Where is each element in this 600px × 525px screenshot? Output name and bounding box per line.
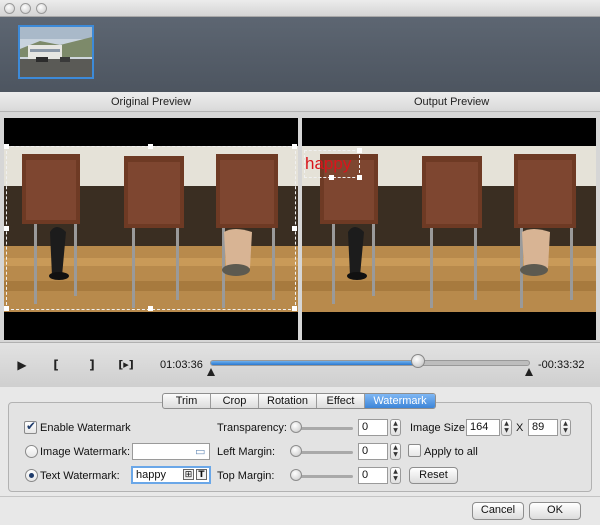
tab-trim[interactable]: Trim bbox=[163, 394, 211, 408]
image-size-separator: X bbox=[516, 422, 524, 434]
clip-thumbnail-strip bbox=[0, 17, 600, 92]
crop-handle-bottom[interactable] bbox=[148, 306, 153, 311]
minimize-window-button[interactable] bbox=[20, 3, 31, 14]
top-margin-label: Top Margin: bbox=[217, 470, 275, 482]
start-marker-icon[interactable] bbox=[207, 368, 215, 376]
image-watermark-radio[interactable] bbox=[25, 445, 38, 458]
image-watermark-label: Image Watermark: bbox=[40, 446, 131, 458]
font-grid-icon[interactable]: ⊞ bbox=[183, 469, 194, 480]
tab-rotation[interactable]: Rotation bbox=[259, 394, 317, 408]
play-icon[interactable]: ▶ bbox=[14, 357, 30, 373]
text-watermark-value: happy bbox=[136, 469, 166, 481]
image-size-label: Image Size: bbox=[410, 422, 469, 434]
crop-handle-top[interactable] bbox=[148, 144, 153, 149]
original-preview-label: Original Preview bbox=[111, 96, 192, 108]
text-watermark-radio[interactable] bbox=[25, 469, 38, 482]
top-margin-stepper[interactable]: ▲ ▼ bbox=[390, 467, 401, 484]
text-style-icon[interactable]: T bbox=[196, 469, 207, 480]
playback-controls: ▶ [ ] [▸] 01:03:36 -00:33:32 bbox=[0, 342, 600, 387]
timeline-progress bbox=[211, 361, 418, 365]
tab-effect[interactable]: Effect bbox=[317, 394, 365, 408]
close-window-button[interactable] bbox=[4, 3, 15, 14]
remaining-time: -00:33:32 bbox=[538, 359, 585, 371]
watermark-text-overlay: happy bbox=[305, 154, 352, 173]
original-preview-pane bbox=[4, 118, 298, 340]
apply-to-all-label: Apply to all bbox=[424, 446, 478, 458]
zoom-window-button[interactable] bbox=[36, 3, 47, 14]
left-margin-stepper[interactable]: ▲ ▼ bbox=[390, 443, 401, 460]
reset-button[interactable]: Reset bbox=[409, 467, 458, 484]
mark-out-icon[interactable]: ] bbox=[84, 357, 100, 373]
crop-handle-top-right[interactable] bbox=[292, 144, 297, 149]
transparency-slider-knob[interactable] bbox=[290, 421, 302, 433]
next-frame-icon[interactable]: [▸] bbox=[118, 357, 134, 373]
mark-in-icon[interactable]: [ bbox=[48, 357, 64, 373]
preview-header: Original Preview Output Preview bbox=[0, 92, 600, 112]
transparency-label: Transparency: bbox=[217, 422, 287, 434]
window-title-bar bbox=[0, 0, 600, 17]
image-height-stepper[interactable]: ▲ ▼ bbox=[560, 419, 571, 436]
ok-button[interactable]: OK bbox=[529, 502, 581, 520]
folder-icon[interactable]: ▭ bbox=[195, 445, 205, 458]
watermark-handle-bottom[interactable] bbox=[329, 175, 334, 180]
apply-to-all-checkbox[interactable] bbox=[408, 444, 421, 457]
left-margin-label: Left Margin: bbox=[217, 446, 276, 458]
end-marker-icon[interactable] bbox=[525, 368, 533, 376]
crop-handle-bottom-right[interactable] bbox=[292, 306, 297, 311]
transparency-stepper[interactable]: ▲ ▼ bbox=[390, 419, 401, 436]
tab-watermark[interactable]: Watermark bbox=[365, 394, 435, 408]
text-watermark-label: Text Watermark: bbox=[40, 470, 120, 482]
elapsed-time: 01:03:36 bbox=[160, 359, 203, 371]
crop-selection-box[interactable] bbox=[6, 146, 296, 310]
enable-watermark-checkbox[interactable] bbox=[24, 419, 37, 434]
crop-handle-bottom-left[interactable] bbox=[4, 306, 9, 311]
enable-watermark-label: Enable Watermark bbox=[40, 422, 131, 434]
crop-handle-left[interactable] bbox=[4, 226, 9, 231]
output-preview-pane: happy bbox=[302, 118, 596, 340]
clip-thumbnail[interactable] bbox=[18, 25, 94, 79]
image-width-field[interactable]: 164 bbox=[466, 419, 500, 436]
watermark-text-box[interactable]: happy bbox=[304, 150, 360, 178]
left-margin-slider-knob[interactable] bbox=[290, 445, 302, 457]
top-margin-slider-knob[interactable] bbox=[290, 469, 302, 481]
image-width-stepper[interactable]: ▲ ▼ bbox=[501, 419, 512, 436]
transparency-field[interactable]: 0 bbox=[358, 419, 388, 436]
timeline-playhead[interactable] bbox=[411, 354, 425, 368]
image-height-field[interactable]: 89 bbox=[528, 419, 558, 436]
crop-handle-top-left[interactable] bbox=[4, 144, 9, 149]
crop-handle-right[interactable] bbox=[292, 226, 297, 231]
watermark-handle-top-right[interactable] bbox=[357, 148, 362, 153]
clip-thumbnail-image bbox=[20, 27, 92, 77]
tab-crop[interactable]: Crop bbox=[211, 394, 259, 408]
output-preview-label: Output Preview bbox=[414, 96, 490, 108]
timeline-track[interactable] bbox=[210, 360, 530, 366]
left-margin-field[interactable]: 0 bbox=[358, 443, 388, 460]
edit-tabs: Trim Crop Rotation Effect Watermark bbox=[162, 393, 436, 409]
top-margin-field[interactable]: 0 bbox=[358, 467, 388, 484]
watermark-handle-bottom-right[interactable] bbox=[357, 175, 362, 180]
cancel-button[interactable]: Cancel bbox=[472, 502, 524, 520]
